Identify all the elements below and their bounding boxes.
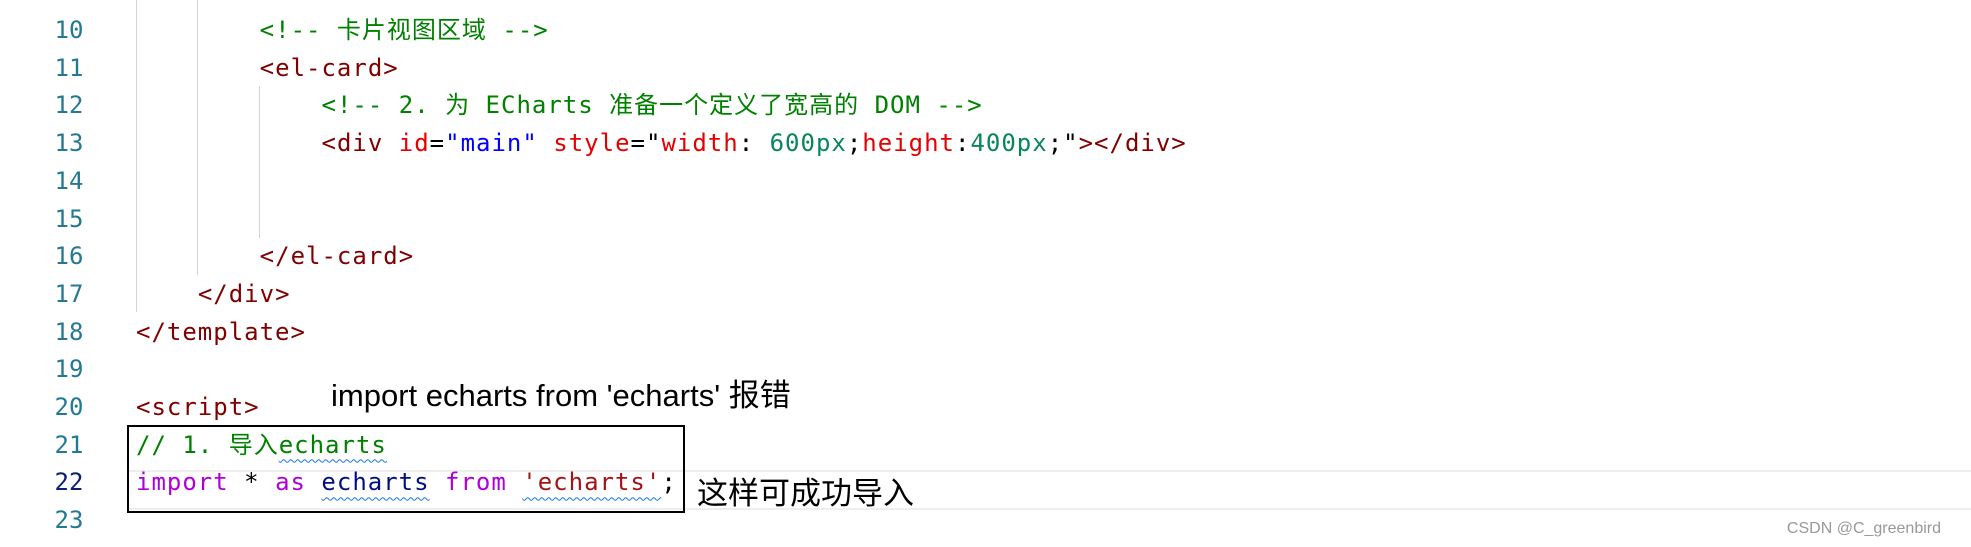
success-annotation: 这样可成功导入 — [697, 476, 914, 511]
line-number: 17 — [54, 279, 84, 308]
code-token: : — [955, 129, 971, 158]
line-number: 12 — [54, 91, 84, 120]
code-token: </template> — [136, 317, 306, 346]
code-line[interactable]: </el-card> — [260, 237, 415, 275]
line-number: 19 — [54, 355, 84, 384]
code-line[interactable]: <script> — [136, 388, 260, 426]
code-line[interactable]: <el-card> — [260, 49, 399, 87]
indent-guide — [136, 0, 137, 312]
line-number: 11 — [54, 53, 84, 82]
code-token: ;" — [1047, 129, 1079, 158]
code-token: <!-- 卡片视图区域 --> — [259, 16, 549, 44]
code-token: = — [429, 129, 446, 158]
code-token: height — [862, 129, 955, 158]
line-number: 15 — [54, 204, 84, 233]
code-line[interactable]: <!-- 卡片视图区域 --> — [260, 11, 549, 49]
error-annotation: import echarts from 'echarts' 报错 — [331, 378, 791, 413]
line-number: 21 — [54, 430, 84, 459]
code-token: style — [553, 129, 631, 158]
highlight-box — [127, 425, 685, 513]
code-token: =" — [630, 129, 662, 158]
code-line[interactable]: <div id="main" style="width: 600px;heigh… — [322, 124, 1187, 162]
line-number: 18 — [54, 317, 84, 346]
line-number: 20 — [54, 393, 84, 421]
code-token: ></div> — [1078, 129, 1187, 158]
watermark: CSDN @C_greenbird — [1786, 520, 1941, 537]
code-token: ; — [846, 129, 863, 158]
code-token: </div> — [197, 279, 291, 308]
code-token: <!-- 2. 为 ECharts 准备一个定义了宽高的 DOM --> — [321, 91, 983, 120]
code-token: <script> — [136, 393, 260, 421]
code-token: </el-card> — [259, 242, 415, 271]
code-token: 600px — [769, 129, 847, 158]
line-number: 23 — [54, 506, 84, 535]
line-number: 16 — [54, 242, 84, 271]
line-number: 13 — [54, 129, 84, 158]
code-token: "main" — [445, 129, 538, 158]
code-token: width — [661, 129, 739, 158]
indent-guide — [259, 86, 260, 238]
line-number: 10 — [54, 16, 84, 44]
code-line[interactable]: </template> — [136, 313, 306, 351]
code-token: 400px — [970, 129, 1048, 158]
code-token: id — [398, 129, 430, 158]
code-line[interactable]: <!-- 2. 为 ECharts 准备一个定义了宽高的 DOM --> — [322, 86, 983, 124]
indent-guide — [197, 0, 198, 275]
code-token: : — [738, 129, 770, 158]
line-number: 14 — [54, 166, 84, 195]
code-token: <div — [321, 129, 399, 158]
code-line[interactable]: </div> — [198, 275, 291, 313]
code-token: <el-card> — [259, 53, 399, 82]
line-number: 22 — [54, 468, 84, 497]
